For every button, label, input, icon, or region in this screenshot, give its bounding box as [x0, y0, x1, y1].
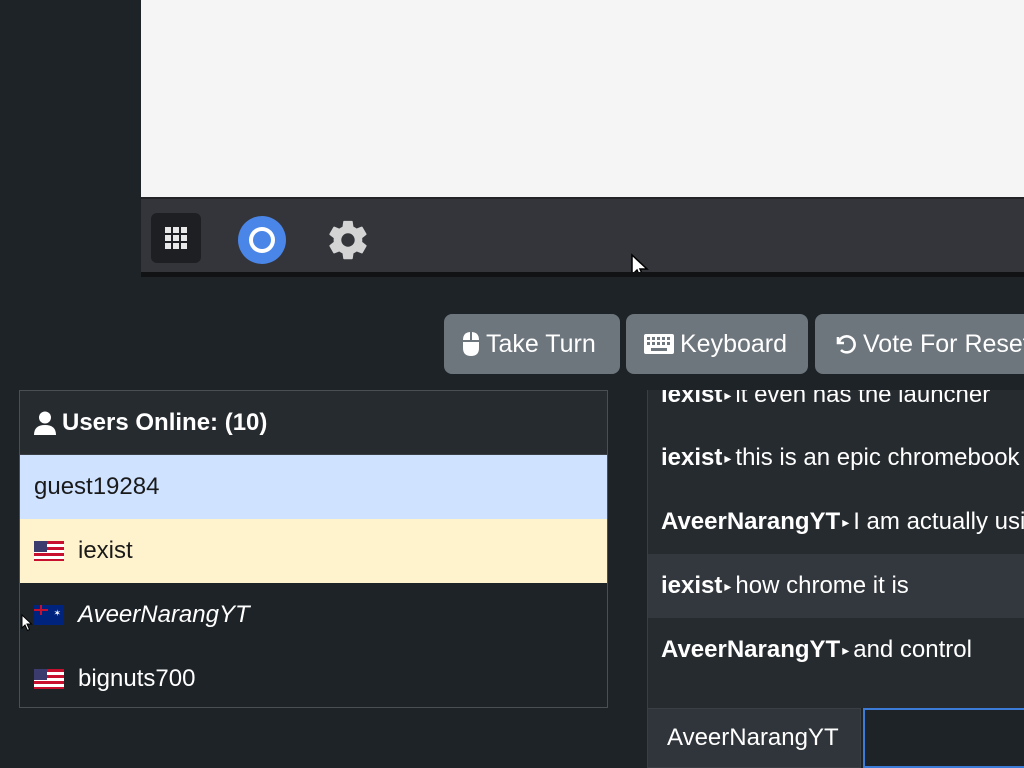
keyboard-button[interactable]: Keyboard — [626, 314, 808, 374]
chat-arrow-icon: ▸ — [842, 641, 850, 658]
chat-text: this is an epic chromebook — [735, 444, 1020, 471]
users-online-panel: Users Online: (10) guest19284 iexist Ave… — [19, 390, 608, 708]
user-list-item[interactable]: guest19284 — [20, 455, 607, 519]
chat-text: and control — [853, 636, 972, 663]
vm-bottom-edge — [141, 272, 1024, 277]
chat-text: how chrome it is — [735, 572, 909, 599]
chat-username-button[interactable]: AveerNarangYT — [647, 708, 861, 768]
users-online-title: Users Online: (10) — [62, 408, 268, 436]
users-online-header: Users Online: (10) — [20, 391, 607, 455]
user-name: AveerNarangYT — [78, 601, 250, 628]
chat-message: iexist ▸ this is an epic chromebook — [648, 426, 1024, 490]
chat-panel[interactable]: iexist ▸ it even has the launcher iexist ▸ t… — [647, 390, 1024, 708]
take-turn-label: Take Turn — [486, 329, 596, 358]
chat-arrow-icon: ▸ — [724, 449, 732, 466]
chat-arrow-icon: ▸ — [724, 577, 732, 594]
mouse-icon — [462, 331, 480, 357]
user-list-item[interactable]: iexist — [20, 519, 607, 583]
chat-text: I am actually using — [853, 508, 1024, 535]
keyboard-icon — [644, 334, 674, 354]
user-icon — [34, 411, 56, 435]
chat-sender: iexist — [661, 390, 723, 408]
user-list-item[interactable]: AveerNarangYT — [20, 583, 607, 647]
chat-message: AveerNarangYT ▸ and control — [648, 618, 1024, 682]
chat-message-input[interactable] — [863, 708, 1024, 768]
take-turn-button[interactable]: Take Turn — [444, 314, 620, 374]
chat-sender: AveerNarangYT — [661, 636, 841, 663]
us-flag-icon — [34, 669, 64, 689]
undo-icon — [833, 332, 857, 356]
chat-message: iexist ▸ how chrome it is — [648, 554, 1024, 618]
user-list-item[interactable]: bignuts700 — [20, 647, 607, 711]
us-flag-icon — [34, 541, 64, 561]
keyboard-label: Keyboard — [680, 329, 788, 358]
app-launcher-grid-icon[interactable] — [151, 213, 201, 263]
vm-browser-window[interactable] — [141, 0, 1024, 197]
au-flag-icon — [34, 605, 64, 625]
chrome-icon[interactable] — [236, 214, 288, 266]
vote-reset-button[interactable]: Vote For Reset — [815, 314, 1024, 374]
chat-input-row: AveerNarangYT — [647, 708, 1024, 768]
page-cursor-icon — [21, 614, 33, 632]
chat-message: AveerNarangYT▸I am actually using — [648, 490, 1024, 554]
user-name: bignuts700 — [78, 665, 196, 692]
chat-message: iexist ▸ it even has the launcher — [648, 390, 1024, 427]
chat-sender: iexist — [661, 444, 723, 471]
vm-display[interactable] — [141, 0, 1024, 277]
vm-shelf — [141, 197, 1024, 277]
chat-arrow-icon: ▸ — [724, 390, 732, 403]
chat-arrow-icon: ▸ — [842, 513, 850, 530]
chat-text: it even has the launcher — [735, 390, 991, 408]
vote-reset-label: Vote For Reset — [863, 329, 1024, 358]
chat-sender: AveerNarangYT — [661, 508, 841, 535]
gear-icon[interactable] — [322, 214, 374, 266]
chat-sender: iexist — [661, 572, 723, 599]
user-name: iexist — [78, 537, 133, 564]
chat-username: AveerNarangYT — [667, 724, 839, 751]
user-name: guest19284 — [34, 473, 160, 500]
